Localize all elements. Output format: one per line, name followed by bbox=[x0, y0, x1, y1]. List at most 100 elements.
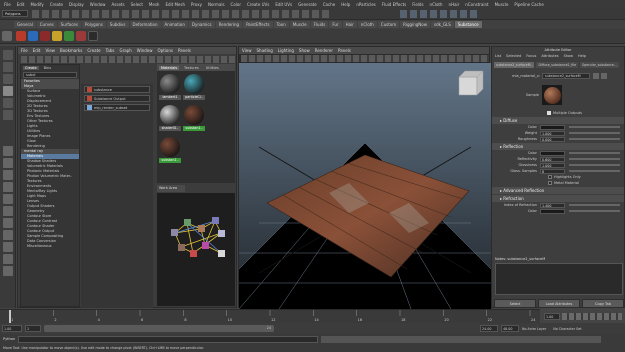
hypershade-menu-item[interactable]: Tabs bbox=[106, 48, 115, 53]
shelf-tab-subdivs[interactable]: Subdivs bbox=[106, 21, 129, 28]
attr-value-field[interactable]: 8 bbox=[540, 168, 565, 174]
menu-item[interactable]: Display bbox=[69, 2, 84, 7]
attr-color-swatch[interactable] bbox=[540, 150, 565, 156]
shelf-tab-curves[interactable]: Curves bbox=[36, 21, 57, 28]
attr-section-header[interactable]: ▸ Diffuse bbox=[492, 117, 624, 124]
mode-selector[interactable]: Polygons bbox=[2, 10, 28, 17]
viewport-menu-item[interactable]: Shading bbox=[257, 48, 273, 53]
menu-item[interactable]: Mesh bbox=[149, 2, 160, 7]
viewport-menu-item[interactable]: Renderer bbox=[315, 48, 333, 53]
hypershade-toolbar[interactable] bbox=[21, 56, 235, 63]
material-swatch[interactable]: shaderGl.. bbox=[159, 105, 181, 133]
shelf-tab-riggingnow[interactable]: RiggingNow bbox=[400, 21, 430, 28]
attr-color-swatch[interactable] bbox=[540, 124, 565, 130]
command-language-label[interactable]: Python bbox=[3, 337, 15, 341]
viewport-menu-item[interactable]: Panels bbox=[338, 48, 351, 53]
range-end-field[interactable]: 24.00 bbox=[480, 325, 498, 332]
lasso-tool-icon[interactable] bbox=[3, 62, 13, 72]
shelf-tab-ncloth[interactable]: nCloth bbox=[357, 21, 377, 28]
paint-select-tool-icon[interactable] bbox=[3, 74, 13, 84]
menu-item[interactable]: Normals bbox=[208, 2, 225, 7]
shelf-tab-general[interactable]: General bbox=[14, 21, 36, 28]
select-tool-icon[interactable] bbox=[3, 50, 13, 60]
hypershade-menu-item[interactable]: File bbox=[21, 48, 28, 53]
hypershade-menu-item[interactable]: View bbox=[45, 48, 55, 53]
current-frame-field[interactable]: 1.00 bbox=[544, 312, 560, 320]
layout-custom-icon[interactable] bbox=[3, 254, 13, 264]
render-icons[interactable] bbox=[400, 10, 480, 18]
menu-item[interactable]: nCloth bbox=[430, 2, 443, 7]
command-input[interactable] bbox=[18, 335, 319, 343]
menu-item[interactable]: Color bbox=[231, 2, 241, 7]
menu-item[interactable]: nConstraint bbox=[465, 2, 488, 7]
current-time-marker[interactable] bbox=[9, 310, 11, 324]
substance-shelf-icon[interactable] bbox=[16, 31, 26, 41]
attr-menu-item[interactable]: Attributes bbox=[541, 54, 558, 58]
hypershade-menu-item[interactable]: Graph bbox=[119, 48, 131, 53]
attr-slider[interactable] bbox=[569, 132, 620, 134]
menu-item[interactable]: Edit Mesh bbox=[165, 2, 185, 7]
viewport-menu-item[interactable]: View bbox=[242, 48, 252, 53]
menu-item[interactable]: Create UVs bbox=[247, 2, 269, 7]
attr-menu-item[interactable]: List bbox=[495, 54, 501, 58]
shelf-tab-toon[interactable]: Toon bbox=[273, 21, 289, 28]
range-slider[interactable]: 24 bbox=[44, 325, 274, 332]
search-input[interactable]: subst bbox=[23, 72, 77, 78]
attr-slider[interactable] bbox=[569, 158, 620, 160]
menu-item[interactable]: nParticles bbox=[356, 2, 375, 7]
node-name-field[interactable]: substance2_surfaceM bbox=[542, 73, 590, 79]
graph-node[interactable] bbox=[218, 250, 225, 257]
shelf-tab-muscle[interactable]: Muscle bbox=[289, 21, 310, 28]
create-node-button[interactable]: substance bbox=[84, 86, 150, 93]
material-swatch[interactable]: substan2.. bbox=[159, 137, 181, 165]
shelf-tab-substance[interactable]: Substance bbox=[454, 21, 482, 28]
attr-slider[interactable] bbox=[569, 138, 620, 140]
menu-item[interactable]: Window bbox=[90, 2, 106, 7]
menu-item[interactable]: Fields bbox=[412, 2, 423, 7]
create-tab[interactable]: Create bbox=[23, 66, 39, 70]
layout-single-icon[interactable] bbox=[3, 146, 13, 156]
attr-slider[interactable] bbox=[569, 126, 620, 128]
graph-node[interactable] bbox=[178, 244, 185, 251]
substance-shelf-icon[interactable] bbox=[28, 31, 38, 41]
substance-shelf-icon[interactable] bbox=[88, 31, 98, 41]
menu-item[interactable]: Cache bbox=[323, 2, 335, 7]
attr-slider[interactable] bbox=[569, 210, 620, 212]
time-slider[interactable]: 1 2 4 6 8 10 12 14 16 18 20 22 24 bbox=[0, 309, 540, 324]
hypershade-menu-item[interactable]: Bookmarks bbox=[60, 48, 82, 53]
viewport-menu-item[interactable]: Lighting bbox=[278, 48, 294, 53]
menu-item[interactable]: Help bbox=[341, 2, 350, 7]
attr-checkbox[interactable] bbox=[548, 181, 552, 185]
menu-item[interactable]: Edit UVs bbox=[275, 2, 292, 7]
create-node-button[interactable]: Substance Output bbox=[84, 95, 150, 102]
hypershade-menu-item[interactable]: Panels bbox=[178, 48, 191, 53]
shelf-tab-animation[interactable]: Animation bbox=[161, 21, 188, 28]
substance-shelf-icon[interactable] bbox=[52, 31, 62, 41]
menu-item[interactable]: Modify bbox=[30, 2, 43, 7]
notes-textarea[interactable] bbox=[495, 263, 623, 295]
material-swatch[interactable]: lambert1 bbox=[159, 74, 181, 102]
menu-item[interactable]: Fluid Effects bbox=[382, 2, 406, 7]
layout-custom-icon[interactable] bbox=[3, 218, 13, 228]
scale-tool-icon[interactable] bbox=[3, 110, 13, 120]
shelf-tab-fluids[interactable]: Fluids bbox=[310, 21, 329, 28]
view-cube[interactable] bbox=[458, 76, 478, 96]
layout-custom-icon[interactable] bbox=[3, 242, 13, 252]
select-button[interactable]: Select bbox=[494, 299, 536, 308]
graph-node[interactable] bbox=[190, 250, 197, 257]
material-swatch[interactable]: substan1.. bbox=[183, 105, 205, 133]
range-inner-start-field[interactable]: 1 bbox=[25, 325, 41, 332]
shelf-tab-rendering[interactable]: Rendering bbox=[215, 21, 243, 28]
layout-side-icon[interactable] bbox=[3, 170, 13, 180]
shelf-tab-painteffects[interactable]: PaintEffects bbox=[243, 21, 273, 28]
shelf-tab-custom[interactable]: Custom bbox=[377, 21, 400, 28]
attr-menu-item[interactable]: Show bbox=[564, 54, 573, 58]
graph-node[interactable] bbox=[198, 225, 205, 232]
menu-item[interactable]: nHair bbox=[449, 2, 460, 7]
attr-slider[interactable] bbox=[569, 164, 620, 166]
attr-value-field[interactable]: 1.400 bbox=[540, 202, 565, 208]
shelf-tab-polygons[interactable]: Polygons bbox=[81, 21, 106, 28]
viewport-toolbar[interactable] bbox=[241, 55, 489, 62]
attr-tab[interactable]: Specular_substance... bbox=[580, 61, 619, 68]
shelf-tab-hair[interactable]: Hair bbox=[342, 21, 357, 28]
